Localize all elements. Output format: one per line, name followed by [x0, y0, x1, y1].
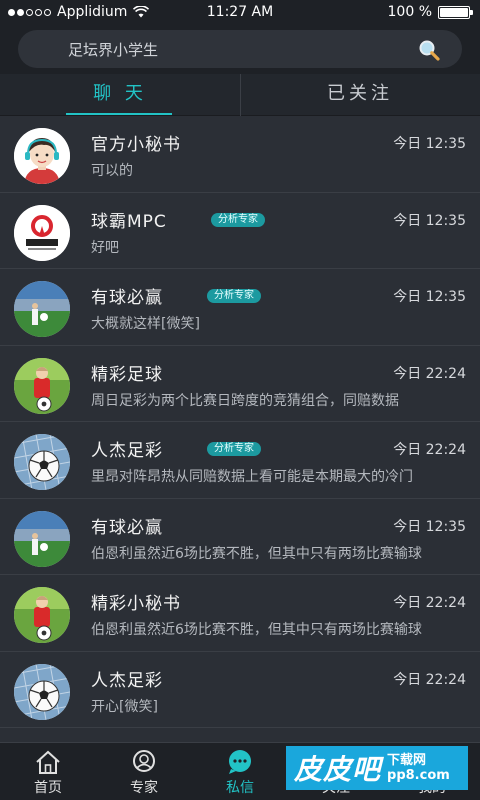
conversation-item[interactable]: 球霸MPC 分析专家 今日 12:35 好吧	[0, 192, 480, 269]
tabbar-expert[interactable]: 专家	[96, 743, 192, 800]
tabbar-message[interactable]: 私信	[192, 743, 288, 800]
conversation-time: 今日 22:24	[393, 442, 466, 458]
expert-badge: 分析专家	[207, 289, 261, 303]
battery-percent: 100 %	[387, 4, 432, 20]
search-input[interactable]: 足坛界小学生	[68, 39, 158, 60]
search-icon[interactable]	[418, 39, 440, 61]
stadium-avatar	[14, 510, 70, 567]
tabbar-home[interactable]: 首页	[0, 743, 96, 800]
conversation-message: 可以的	[91, 163, 133, 179]
status-bar: Applidium 11:27 AM 100 %	[0, 0, 480, 24]
conversation-name: 精彩足球	[91, 364, 163, 385]
expert-icon	[133, 750, 155, 772]
conversation-name: 官方小秘书	[91, 135, 181, 155]
conversation-item[interactable]: 官方小秘书 今日 12:35 可以的	[0, 116, 480, 193]
watermark-side: 下载网 pp8.com	[387, 753, 450, 783]
message-icon	[229, 750, 251, 774]
watermark-main: 皮皮吧	[294, 753, 382, 786]
child-player-avatar	[14, 587, 70, 643]
watermark: 皮皮吧 下载网 pp8.com	[286, 746, 468, 790]
search-bar[interactable]: 足坛界小学生	[18, 30, 462, 68]
conversation-time: 今日 12:35	[393, 518, 466, 535]
tab-followed[interactable]: 已关注	[240, 74, 480, 115]
tab-chat-label: 聊 天	[93, 83, 147, 104]
conversation-time: 今日 12:35	[393, 136, 466, 152]
child-player-avatar	[14, 357, 70, 414]
conversation-time: 今日 22:24	[393, 365, 466, 382]
conversation-time: 今日 22:24	[393, 595, 466, 611]
conversation-name: 精彩小秘书	[91, 594, 181, 614]
status-right: 100 %	[387, 4, 473, 20]
conversation-time: 今日 12:35	[393, 289, 466, 305]
conversation-item[interactable]: 有球必赢 分析专家 今日 12:35 大概就这样[微笑]	[0, 269, 480, 346]
battery-fill	[440, 7, 468, 17]
conversation-name: 有球必赢	[91, 288, 163, 308]
watermark-bottom: pp8.com	[387, 768, 450, 783]
tabbar-expert-label: 专家	[130, 780, 158, 796]
tabbar-home-label: 首页	[34, 780, 62, 796]
conversation-message: 里昂对阵昂热从同赔数据上看可能是本期最大的冷门	[91, 469, 413, 485]
tab-divider	[240, 74, 241, 116]
conversation-message: 好吧	[91, 239, 119, 256]
tabbar-message-label: 私信	[226, 780, 254, 796]
conversation-name: 球霸MPC	[91, 211, 167, 232]
active-tab-indicator	[66, 113, 172, 115]
conversation-name: 人杰足彩	[91, 670, 163, 691]
expert-badge: 分析专家	[207, 442, 261, 456]
conversation-time: 今日 22:24	[393, 671, 466, 688]
soccer-ball-net-avatar	[14, 663, 70, 720]
conversation-item[interactable]: 人杰足彩 今日 22:24 开心[微笑]	[0, 651, 480, 728]
conversation-message: 大概就这样[微笑]	[91, 316, 200, 332]
conversation-item[interactable]: 精彩小秘书 今日 22:24 伯恩利虽然近6场比赛不胜，但其中只有两场比赛输球	[0, 575, 480, 652]
renjie-logo-avatar	[14, 204, 70, 261]
tab-followed-label: 已关注	[327, 83, 393, 104]
conversation-list: 官方小秘书 今日 12:35 可以的 球霸MPC 分析专家 今日 12:35 好…	[0, 116, 480, 742]
tab-chat[interactable]: 聊 天	[0, 74, 240, 115]
conversation-name: 有球必赢	[91, 517, 163, 538]
conversation-item[interactable]: 人杰足彩 分析专家 今日 22:24 里昂对阵昂热从同赔数据上看可能是本期最大的…	[0, 422, 480, 499]
conversation-message: 周日足彩为两个比赛日跨度的竞猜组合，同赔数据	[91, 392, 399, 409]
conversation-message: 开心[微笑]	[91, 698, 158, 715]
header: 足坛界小学生	[0, 24, 480, 74]
expert-badge: 分析专家	[211, 212, 265, 227]
home-icon	[36, 750, 60, 774]
battery-icon	[438, 5, 473, 19]
conversation-message: 伯恩利虽然近6场比赛不胜，但其中只有两场比赛输球	[91, 545, 422, 562]
watermark-top: 下载网	[387, 753, 427, 768]
secretary-avatar	[14, 128, 70, 184]
conversation-time: 今日 12:35	[393, 212, 466, 229]
conversation-message: 伯恩利虽然近6场比赛不胜，但其中只有两场比赛输球	[91, 622, 422, 638]
soccer-ball-net-avatar	[14, 434, 70, 490]
conversation-name: 人杰足彩	[91, 441, 163, 461]
conversation-item[interactable]: 有球必赢 今日 12:35 伯恩利虽然近6场比赛不胜，但其中只有两场比赛输球	[0, 498, 480, 575]
conversation-item[interactable]: 精彩足球 今日 22:24 周日足彩为两个比赛日跨度的竞猜组合，同赔数据	[0, 345, 480, 422]
stadium-avatar	[14, 281, 70, 337]
